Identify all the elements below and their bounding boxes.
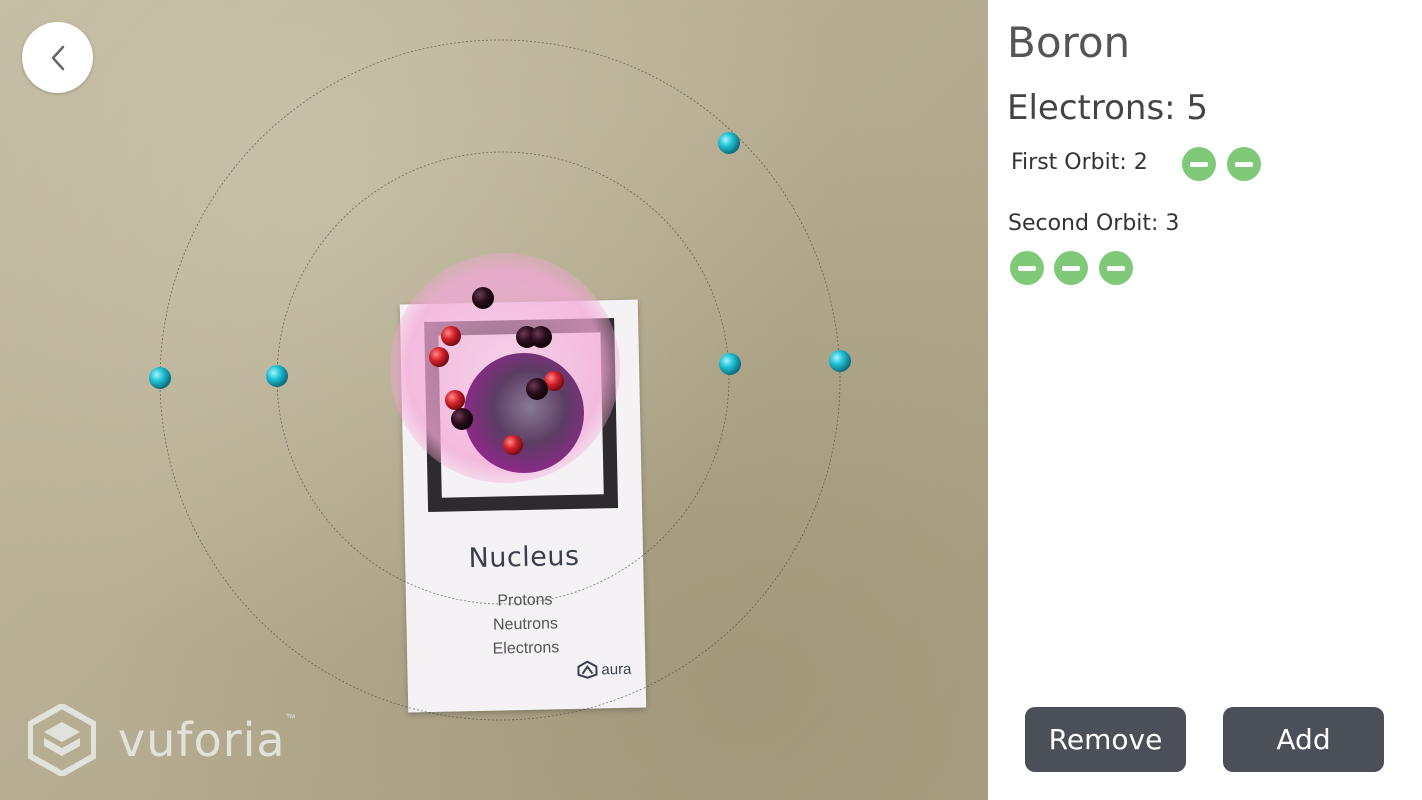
electron [829,350,851,372]
vuforia-watermark: vuforia™ [28,704,296,776]
remove-electron-icon[interactable] [1182,147,1216,181]
proton [441,326,461,346]
electron [149,367,171,389]
neutron [530,326,552,348]
proton [429,347,449,367]
electron-count: Electrons: 5 [1007,88,1209,128]
remove-electron-icon[interactable] [1010,251,1044,285]
atom-model [149,39,851,721]
electron [266,365,288,387]
back-button[interactable] [22,22,93,93]
neutron [472,287,494,309]
vuforia-logo-icon [28,704,96,776]
chevron-left-icon [51,45,64,70]
vuforia-tm: ™ [285,713,296,724]
element-name: Boron [1007,18,1131,67]
nucleus-core [464,353,584,473]
vuforia-text: vuforia [118,713,286,767]
add-button[interactable]: Add [1223,707,1384,772]
remove-electron-icon[interactable] [1054,251,1088,285]
neutron [526,378,548,400]
remove-electron-icon[interactable] [1099,251,1133,285]
remove-button[interactable]: Remove [1025,707,1186,772]
second-orbit-label: Second Orbit: 3 [1008,211,1180,236]
proton [503,435,523,455]
remove-electron-icon[interactable] [1227,147,1261,181]
electron [718,132,740,154]
proton [445,390,465,410]
neutron [451,408,473,430]
electron [719,353,741,375]
ar-camera-view: Nucleus Protons Neutrons Electrons aura [0,0,988,800]
element-info-panel: Boron Electrons: 5 First Orbit: 2 Second… [988,0,1422,800]
first-orbit-label: First Orbit: 2 [1011,150,1148,175]
